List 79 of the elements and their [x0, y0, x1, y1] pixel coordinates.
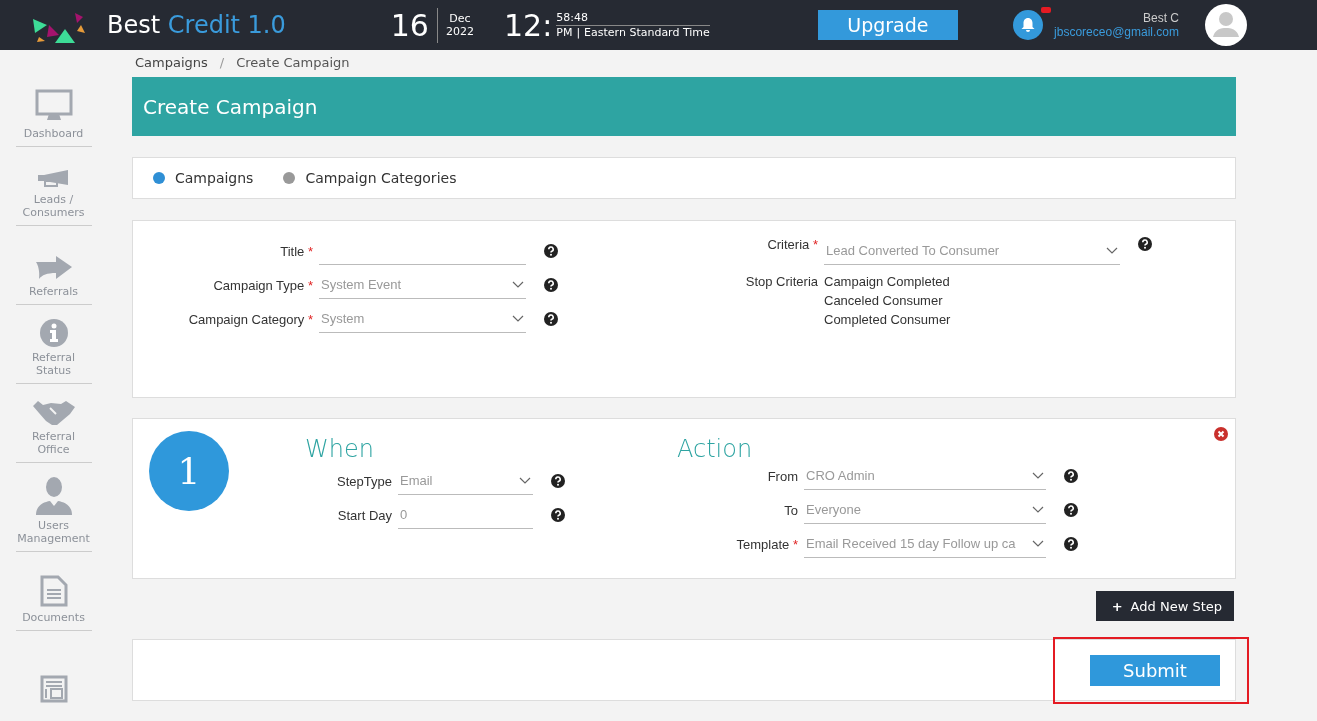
- user-email[interactable]: jbscoreceo@gmail.com: [1054, 25, 1179, 39]
- user-icon: [34, 477, 73, 515]
- chevron-down-icon: [1032, 540, 1044, 547]
- page-title-bar: Create Campaign: [132, 77, 1236, 136]
- time-zone: Eastern Standard Time: [584, 25, 710, 40]
- add-step-button[interactable]: + Add New Step: [1095, 591, 1234, 621]
- chevron-down-icon: [1106, 247, 1118, 254]
- chevron-down-icon: [1032, 472, 1044, 479]
- upgrade-button[interactable]: Upgrade: [817, 10, 958, 40]
- field-label: From: [766, 468, 799, 484]
- nav-label[interactable]: Leads / Consumers: [15, 193, 92, 219]
- chevron-down-icon: [519, 477, 531, 484]
- criteria-item: Completed Consumer: [824, 312, 952, 327]
- dropdown[interactable]: CRO Admin: [804, 462, 1046, 490]
- section-heading: When: [305, 435, 375, 463]
- help-icon[interactable]: [544, 278, 558, 292]
- notification-badge: [1040, 7, 1051, 13]
- close-icon[interactable]: [1214, 427, 1228, 441]
- chevron-down-icon: [512, 281, 524, 288]
- help-icon[interactable]: [1064, 537, 1078, 551]
- help-icon[interactable]: [551, 508, 565, 522]
- help-icon[interactable]: [551, 474, 565, 488]
- app-title: Best Credit 1.0: [107, 11, 286, 39]
- clock-hour: 12:: [503, 7, 553, 43]
- help-icon[interactable]: [1064, 503, 1078, 517]
- dropdown[interactable]: System Event: [319, 271, 526, 299]
- date-year: 2022: [445, 25, 474, 38]
- dropdown[interactable]: Lead Converted To Consumer: [824, 237, 1120, 265]
- field-label: Campaign Category *: [187, 311, 314, 327]
- field-label: Campaign Type *: [212, 277, 314, 293]
- date-month: Dec: [449, 12, 471, 25]
- chevron-down-icon: [1032, 506, 1044, 513]
- monitor-icon: [34, 89, 73, 123]
- nav-label[interactable]: Referral Status: [15, 351, 92, 377]
- document-icon: [39, 575, 68, 607]
- field-label: StepType: [336, 473, 393, 489]
- field-label: Template *: [735, 536, 799, 552]
- field-label: To: [783, 502, 799, 518]
- step-number: 1: [149, 431, 229, 511]
- nav-label[interactable]: Referral Office: [15, 430, 92, 456]
- field-label: Title *: [279, 243, 314, 259]
- dropdown[interactable]: Email: [398, 467, 533, 495]
- breadcrumb-current: Create Campaign: [236, 55, 350, 70]
- nav-label[interactable]: Dashboard: [23, 127, 84, 140]
- date-day: 16: [390, 7, 438, 43]
- dropdown[interactable]: Everyone: [804, 496, 1046, 524]
- notification-bell-icon[interactable]: [1012, 10, 1043, 40]
- nav-label[interactable]: Users Management: [15, 519, 92, 545]
- submit-button[interactable]: Submit: [1090, 654, 1220, 686]
- breadcrumb-separator: /: [219, 55, 225, 70]
- help-icon[interactable]: [1138, 237, 1152, 251]
- field-label: Criteria *: [766, 237, 819, 252]
- help-icon[interactable]: [544, 244, 558, 258]
- section-heading: Action: [677, 435, 754, 463]
- user-name: Best C: [1143, 11, 1179, 25]
- criteria-item: Canceled Consumer: [824, 293, 944, 308]
- chevron-down-icon: [512, 315, 524, 322]
- help-icon[interactable]: [544, 312, 558, 326]
- field-label: Start Day: [336, 507, 393, 523]
- clock-seconds: 58:48: [556, 10, 710, 26]
- radio-tab[interactable]: Campaigns: [153, 170, 254, 186]
- avatar-icon[interactable]: [1205, 4, 1247, 46]
- layout-icon: [39, 675, 68, 703]
- field-label: Stop Criteria: [744, 273, 819, 289]
- nav-label[interactable]: Referrals: [29, 285, 78, 298]
- text-field[interactable]: 0: [398, 501, 533, 529]
- nav-label[interactable]: Documents: [22, 611, 85, 624]
- help-icon[interactable]: [1064, 469, 1078, 483]
- info-icon: [39, 319, 68, 347]
- radio-tab[interactable]: Campaign Categories: [283, 170, 457, 186]
- megaphone-icon: [36, 169, 71, 189]
- time-divider: |: [576, 25, 581, 40]
- handshake-icon: [31, 400, 76, 426]
- arrow-icon: [34, 255, 73, 281]
- dropdown[interactable]: System: [319, 305, 526, 333]
- clock-ampm: PM: [556, 25, 573, 40]
- criteria-item: Campaign Completed: [824, 274, 951, 289]
- dropdown[interactable]: Email Received 15 day Follow up ca: [804, 530, 1046, 558]
- breadcrumb-link[interactable]: Campaigns: [135, 55, 208, 70]
